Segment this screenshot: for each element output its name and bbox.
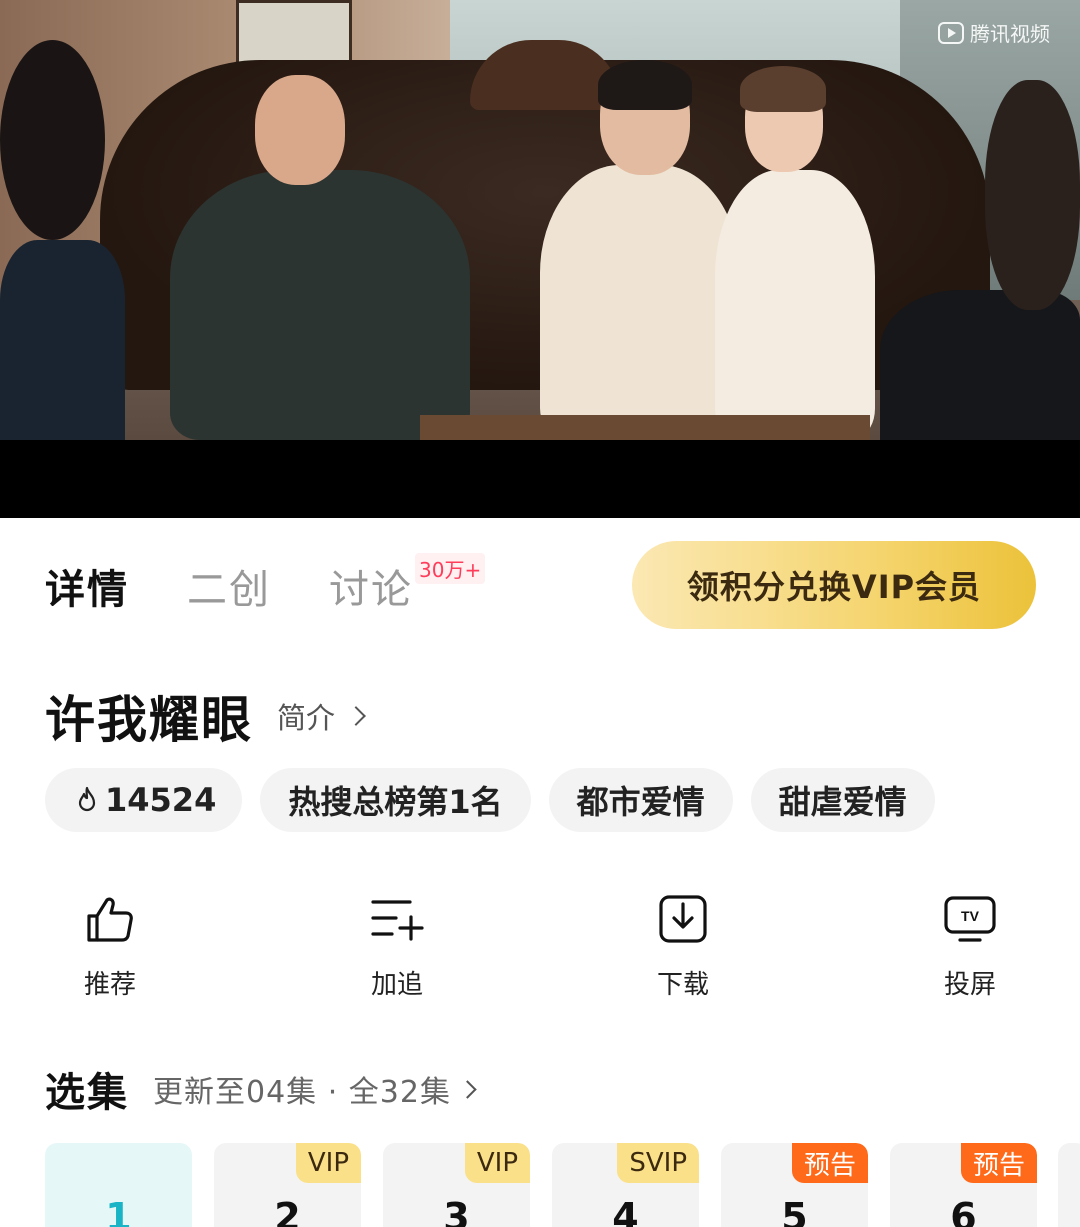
add-follow-label: 加追 — [370, 970, 423, 1000]
episode-number: 5 — [781, 1195, 808, 1227]
episode-item[interactable]: VIP 3 — [383, 1143, 530, 1227]
episode-item[interactable]: 预告 6 — [890, 1143, 1037, 1227]
cast-label: 投屏 — [943, 970, 996, 1000]
vip-points-button[interactable]: 领积分兑换VIP会员 — [632, 541, 1036, 629]
episode-item[interactable]: 1 — [45, 1143, 192, 1227]
episode-status: 更新至04集 · 全32集 — [153, 1075, 451, 1110]
episode-all-link[interactable]: 更新至04集 · 全32集 — [153, 1067, 477, 1111]
title-row: 许我耀眼 简介 — [45, 680, 366, 752]
detail-tabs: 详情 二创 讨论 30万+ — [45, 553, 486, 616]
vip-badge: VIP — [295, 1143, 361, 1183]
video-person — [540, 165, 740, 435]
download-button[interactable]: 下载 — [623, 892, 743, 1001]
episode-item[interactable]: SVIP 4 — [552, 1143, 699, 1227]
chevron-right-icon — [346, 706, 366, 726]
recommend-label: 推荐 — [83, 970, 136, 1000]
tag-item[interactable]: 热搜总榜第1名 — [260, 768, 531, 832]
episode-number: 2 — [274, 1195, 301, 1227]
tab-derivative[interactable]: 二创 — [187, 557, 271, 615]
video-person — [880, 290, 1080, 440]
video-person — [0, 240, 125, 440]
heat-tag[interactable]: 14524 — [45, 768, 243, 832]
vip-badge: VIP — [464, 1143, 530, 1183]
add-to-list-icon — [371, 900, 424, 941]
video-player[interactable]: 腾讯视频 — [0, 0, 1080, 440]
episode-number: 6 — [950, 1195, 977, 1227]
episode-item[interactable]: 预告 5 — [721, 1143, 868, 1227]
episode-number: 4 — [612, 1195, 639, 1227]
video-person — [255, 75, 345, 185]
flame-icon — [78, 786, 96, 812]
intro-label: 简介 — [277, 701, 336, 735]
download-label: 下载 — [656, 970, 709, 1000]
video-table — [420, 415, 870, 440]
heat-value: 14524 — [105, 781, 217, 819]
video-letterbox — [0, 440, 1080, 518]
episode-list: 1 VIP 2 VIP 3 SVIP 4 预告 5 预告 6 — [45, 1143, 1037, 1227]
video-person — [598, 60, 692, 110]
episode-item[interactable]: VIP 2 — [214, 1143, 361, 1227]
recommend-button[interactable]: 推荐 — [50, 892, 170, 1001]
page-title: 许我耀眼 — [45, 691, 253, 749]
video-watermark: 腾讯视频 — [938, 18, 1050, 47]
episode-number: 1 — [105, 1195, 132, 1227]
video-person — [0, 40, 105, 240]
video-person — [985, 80, 1080, 310]
episode-item-partial[interactable] — [1058, 1143, 1080, 1227]
episode-section-title: 选集 — [45, 1070, 129, 1116]
tab-discussion-label: 讨论 — [329, 567, 413, 613]
svg-text:TV: TV — [961, 908, 980, 924]
tv-cast-icon: TV — [944, 896, 996, 942]
video-wall-picture — [236, 0, 352, 68]
video-person — [170, 170, 470, 440]
thumbs-up-icon — [87, 897, 133, 942]
svip-badge: SVIP — [617, 1143, 699, 1183]
tag-item[interactable]: 都市爱情 — [548, 768, 733, 832]
preview-badge: 预告 — [960, 1143, 1037, 1183]
add-follow-button[interactable]: 加追 — [337, 892, 457, 1001]
discussion-count-badge: 30万+ — [415, 553, 486, 584]
watermark-text: 腾讯视频 — [970, 22, 1050, 46]
video-person — [740, 66, 826, 112]
tencent-video-logo-icon — [938, 21, 964, 44]
tag-list: 14524 热搜总榜第1名 都市爱情 甜虐爱情 — [45, 768, 935, 832]
tab-discussion[interactable]: 讨论 30万+ — [329, 553, 486, 615]
intro-link[interactable]: 简介 — [277, 695, 366, 737]
tab-details[interactable]: 详情 — [45, 557, 129, 615]
video-person — [715, 170, 875, 435]
cast-button[interactable]: TV 投屏 — [910, 892, 1030, 1001]
tag-item[interactable]: 甜虐爱情 — [750, 768, 935, 832]
action-bar: 推荐 加追 下载 TV 投屏 — [0, 892, 1080, 1002]
preview-badge: 预告 — [791, 1143, 868, 1183]
episode-number: 3 — [443, 1195, 470, 1227]
download-icon — [659, 895, 707, 943]
chevron-right-icon — [458, 1079, 477, 1099]
episode-header: 选集 更新至04集 · 全32集 — [45, 1060, 477, 1118]
